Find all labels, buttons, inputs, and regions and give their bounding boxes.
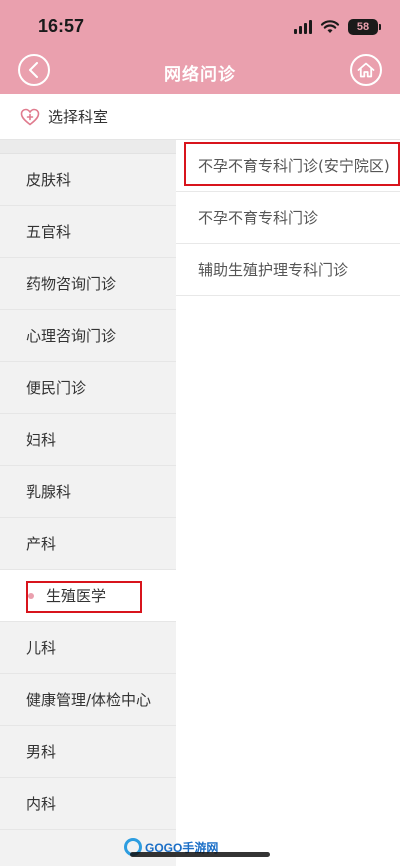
department-item[interactable]: 药物咨询门诊 [0,258,176,310]
department-label: 皮肤科 [26,171,72,189]
clinic-label: 不孕不育专科门诊(安宁院区) [198,157,390,175]
cellular-signal-icon [294,20,312,34]
department-label: 内科 [26,795,57,813]
heart-plus-icon [20,108,40,126]
department-label: 儿科 [26,639,57,657]
battery-icon: 58 [348,19,381,35]
list-top-spacer [0,140,176,154]
department-label: 产科 [26,535,57,553]
top-bar: 16:57 58 网络问诊 [0,0,400,94]
department-item[interactable]: 五官科 [0,206,176,258]
department-item[interactable]: 儿科 [0,622,176,674]
department-label: 健康管理/体检中心 [26,691,152,709]
wifi-icon [320,20,340,33]
status-time: 16:57 [38,16,85,36]
department-item[interactable]: 便民门诊 [0,362,176,414]
department-label: 心理咨询门诊 [26,327,117,345]
department-label: 男科 [26,743,57,761]
battery-level: 58 [356,21,370,33]
department-label: 药物咨询门诊 [26,275,117,293]
department-item[interactable]: 健康管理/体检中心 [0,674,176,726]
department-label: 五官科 [26,223,72,241]
department-item[interactable]: 乳腺科 [0,466,176,518]
department-item[interactable]: 皮肤科 [0,154,176,206]
department-item[interactable]: 妇科 [0,414,176,466]
department-item-selected[interactable]: 生殖医学 [0,570,176,622]
status-icons: 58 [294,16,381,38]
clinic-item[interactable]: 不孕不育专科门诊 [176,192,400,244]
section-header: 选择科室 [0,94,400,140]
department-label: 便民门诊 [26,379,87,397]
clinic-item[interactable]: 辅助生殖护理专科门诊 [176,244,400,296]
department-item[interactable]: 内科 [0,778,176,830]
page-title: 网络问诊 [164,65,236,85]
department-list: 皮肤科 五官科 药物咨询门诊 心理咨询门诊 便民门诊 妇科 乳腺科 产科 生殖医… [0,140,176,866]
home-icon [357,62,375,78]
department-item[interactable]: 心理咨询门诊 [0,310,176,362]
clinic-label: 不孕不育专科门诊 [198,209,319,227]
home-button[interactable] [350,54,382,86]
clinic-list: 不孕不育专科门诊(安宁院区) 不孕不育专科门诊 辅助生殖护理专科门诊 [176,140,400,296]
clinic-label: 辅助生殖护理专科门诊 [198,261,349,279]
department-label: 乳腺科 [26,483,72,501]
department-item[interactable]: 男科 [0,726,176,778]
clinic-item[interactable]: 不孕不育专科门诊(安宁院区) [176,140,400,192]
section-title: 选择科室 [48,108,109,126]
home-indicator[interactable] [130,852,270,857]
department-label: 妇科 [26,431,57,449]
department-item[interactable]: 产科 [0,518,176,570]
department-label: 生殖医学 [46,587,107,605]
selected-indicator-dot [28,593,34,599]
